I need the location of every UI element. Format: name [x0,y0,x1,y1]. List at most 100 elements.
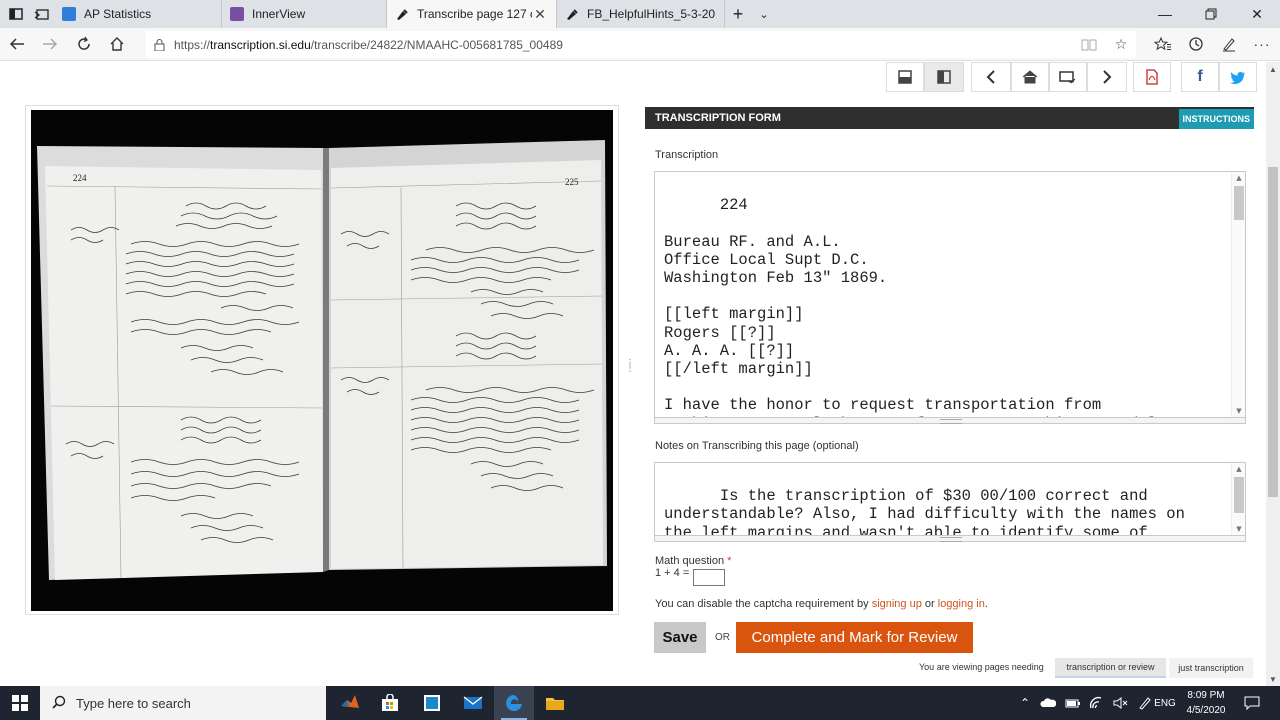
scroll-up-icon[interactable]: ▲ [1266,62,1280,76]
viewing-label: You are viewing pages needing [919,662,1044,672]
facebook-icon[interactable]: f [1181,62,1219,92]
wifi-icon[interactable] [1086,686,1108,720]
forward-arrow-icon[interactable] [37,32,63,56]
set-tabs-aside-icon[interactable] [34,6,50,22]
layout-side-by-side-icon[interactable] [924,62,964,92]
math-answer-input[interactable] [693,569,725,586]
url-input[interactable]: https://transcription.si.edu/transcribe/… [146,31,1136,58]
url-path: /transcribe/24822/NMAAHC-005681785_00489 [310,37,563,52]
transcription-text: 224 Bureau RF. and A.L. Office Local Sup… [664,196,1166,417]
tab-label: Transcribe page 127 of 2 [417,7,532,21]
tab-label: AP Statistics [84,7,152,21]
or-label: OR [715,632,730,643]
form-header: TRANSCRIPTION FORM INSTRUCTIONS [645,107,1254,129]
scroll-down-icon[interactable]: ▼ [1266,672,1280,686]
scroll-down-icon[interactable]: ▼ [1232,405,1245,417]
filter-transcription-or-review[interactable]: transcription or review [1055,658,1166,678]
close-window-icon[interactable]: ✕ [1234,0,1280,28]
taskbar-clock[interactable]: 8:09 PM 4/5/2020 [1180,688,1232,718]
notifications-icon[interactable] [1240,686,1264,720]
complete-and-review-button[interactable]: Complete and Mark for Review [736,622,973,653]
transcription-scrollbar[interactable]: ▲ ▼ [1231,172,1245,417]
transcription-form: TRANSCRIPTION FORM INSTRUCTIONS Transcri… [645,107,1254,678]
layout-stacked-icon[interactable] [886,62,924,92]
search-icon [52,695,66,712]
tab-ap-statistics[interactable]: AP Statistics [54,0,222,28]
edge-icon[interactable] [494,686,534,720]
matlab-icon[interactable] [330,686,370,720]
tab-label: FB_HelpfulHints_5-3-2017.p [587,7,716,21]
favorites-bar-icon[interactable] [1150,32,1176,56]
input-language[interactable]: ENG [1152,686,1178,720]
page-scroll-thumb[interactable] [1268,167,1278,497]
battery-icon[interactable] [1062,686,1084,720]
show-hidden-icons-icon[interactable]: ⌃ [1016,686,1034,720]
math-label: Math question [655,555,725,567]
mail-icon[interactable] [453,686,493,720]
tab-helpful-hints-pdf[interactable]: FB_HelpfulHints_5-3-2017.p [557,0,725,28]
notes-label: Notes on Transcribing this page (optiona… [655,440,859,452]
textarea-resize-grip[interactable] [654,536,1246,542]
more-icon[interactable]: ··· [1249,32,1275,56]
reading-view-icon[interactable] [1076,31,1102,58]
innerview-favicon-icon [230,7,244,21]
scroll-thumb[interactable] [1234,477,1244,513]
store-icon[interactable] [370,686,410,720]
textarea-resize-grip[interactable] [654,418,1246,424]
taskbar-search-input[interactable]: Type here to search [40,686,326,720]
close-tab-icon[interactable]: ✕ [532,6,548,23]
project-home-icon[interactable] [1011,62,1049,92]
windows-start-icon[interactable] [0,686,40,720]
tab-transcribe[interactable]: Transcribe page 127 of 2 ✕ [387,0,557,28]
tab-innerview[interactable]: InnerView [222,0,387,28]
scroll-thumb[interactable] [1234,186,1244,220]
pen-icon[interactable] [1216,32,1242,56]
notes-scrollbar[interactable]: ▲ ▼ [1231,463,1245,535]
notes-text: Is the transcription of $30 00/100 corre… [664,487,1185,536]
page-scrollbar[interactable]: ▲ ▼ [1266,62,1280,686]
log-in-link[interactable]: logging in [938,598,985,610]
minimize-window-icon[interactable]: — [1142,0,1188,28]
volume-muted-icon[interactable] [1110,686,1132,720]
scroll-down-icon[interactable]: ▼ [1232,523,1245,535]
tab-actions-icon[interactable] [8,6,24,22]
file-explorer-icon[interactable] [535,686,575,720]
scroll-up-icon[interactable]: ▲ [1232,463,1245,475]
page-image-viewer[interactable]: 224 225 [25,105,619,615]
filter-just-transcription[interactable]: just transcription [1169,658,1253,678]
canvas-favicon-icon [62,7,76,21]
save-button[interactable]: Save [654,622,706,653]
next-page-icon[interactable] [1087,62,1127,92]
refresh-icon[interactable] [71,32,97,56]
scroll-up-icon[interactable]: ▲ [1232,172,1245,184]
left-page-number: 224 [73,173,87,183]
sign-up-link[interactable]: signing up [872,598,922,610]
transcription-textarea[interactable]: 224 Bureau RF. and A.L. Office Local Sup… [654,171,1246,418]
form-title: TRANSCRIPTION FORM [655,112,781,124]
history-icon[interactable] [1183,32,1209,56]
restore-window-icon[interactable] [1188,0,1234,28]
back-arrow-icon[interactable] [4,32,30,56]
ledger-page-image[interactable]: 224 225 [31,110,613,611]
new-tab-icon[interactable]: + [726,0,750,28]
address-bar-row: https://transcription.si.edu/transcribe/… [0,28,1280,61]
onedrive-icon[interactable] [1037,686,1059,720]
pane-resize-handle[interactable]: ⋮ ⋮ [625,359,635,379]
home-icon[interactable] [104,32,130,56]
url-host: transcription.si.edu [210,37,311,52]
transcription-label: Transcription [655,149,719,161]
notes-textarea[interactable]: Is the transcription of $30 00/100 corre… [654,462,1246,536]
instructions-button[interactable]: INSTRUCTIONS [1178,109,1254,129]
tab-preview-chevron-icon[interactable]: ⌄ [752,0,776,28]
page-list-icon[interactable] [1049,62,1087,92]
favorite-star-icon[interactable]: ☆ [1108,31,1134,58]
app-icon[interactable] [412,686,452,720]
page-content: f 224 225 ⋮ ⋮ TRANSCRIPTION FORM INSTRUC… [0,62,1266,686]
previous-page-icon[interactable] [971,62,1011,92]
math-expression: 1 + 4 = [655,567,690,579]
pdf-icon[interactable] [1133,62,1171,92]
twitter-icon[interactable] [1219,62,1257,92]
captcha-period: . [984,598,988,610]
browser-tab-strip: AP Statistics InnerView Transcribe page … [0,0,1280,28]
required-marker: * [727,555,732,567]
